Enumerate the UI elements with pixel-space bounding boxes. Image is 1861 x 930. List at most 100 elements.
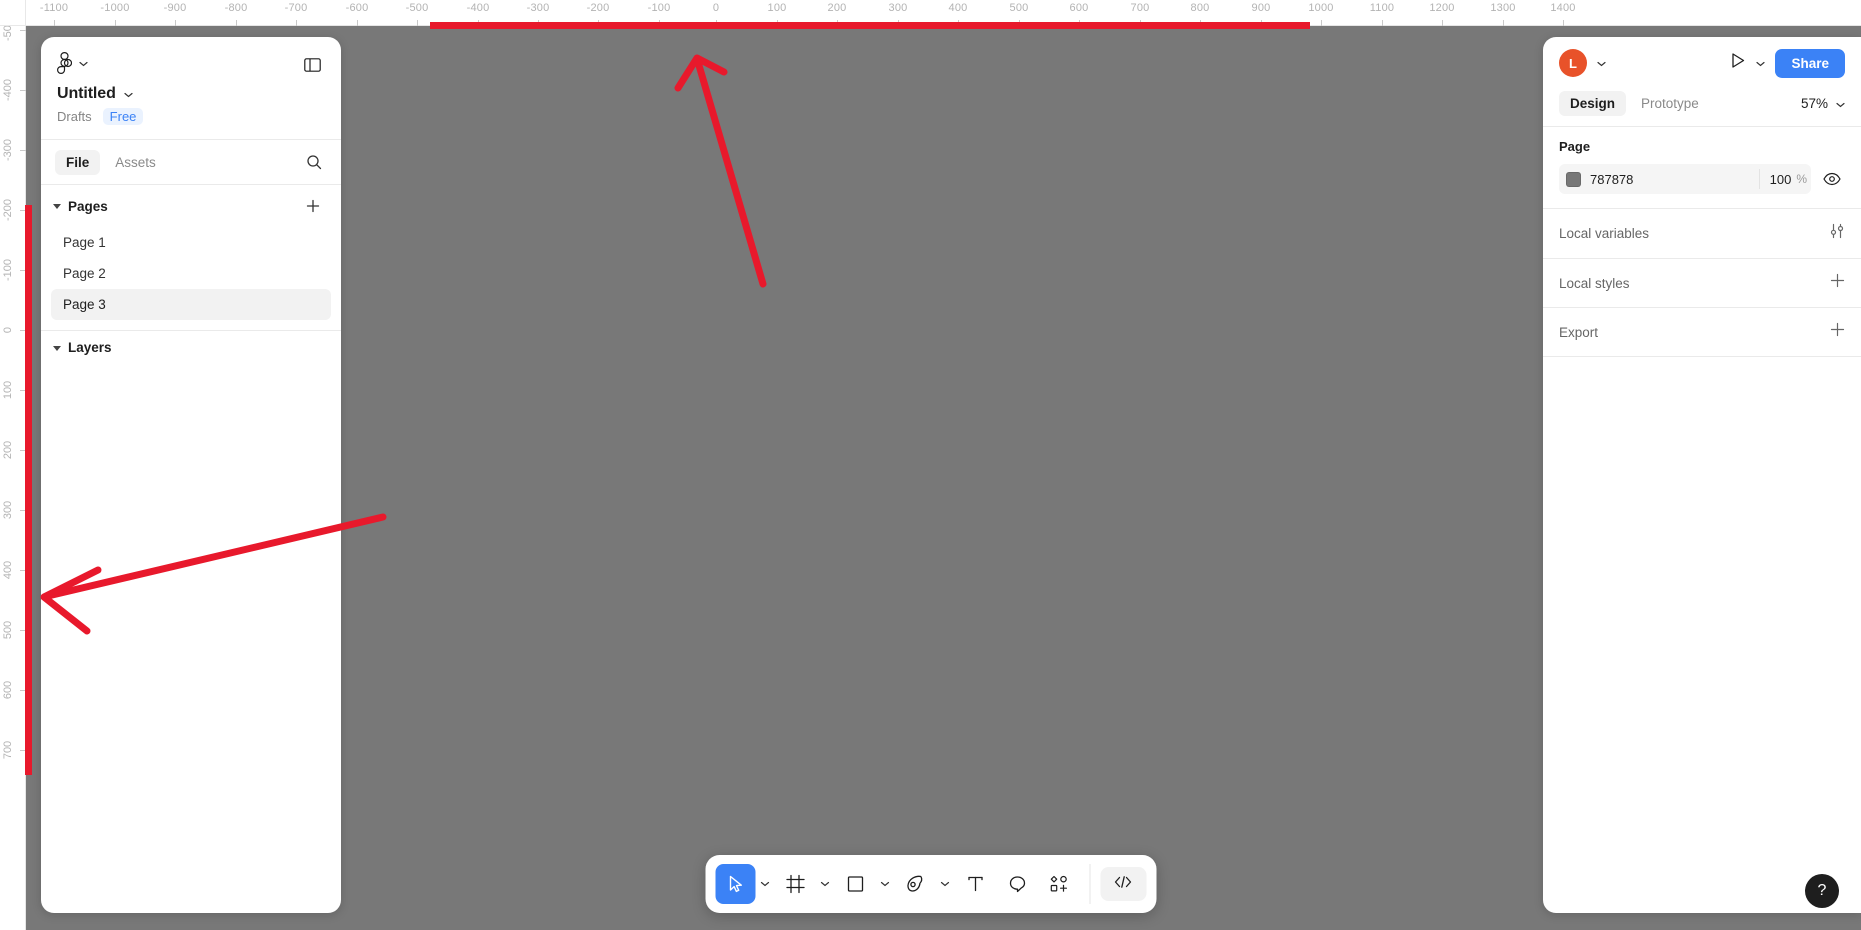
ruler-tick-label: 200: [827, 2, 847, 14]
play-icon: [1730, 52, 1746, 74]
chevron-down-icon[interactable]: [1756, 54, 1766, 72]
ruler-tick-label: 300: [2, 500, 14, 520]
ruler-tick: [1140, 20, 1141, 26]
plus-icon[interactable]: [1830, 322, 1845, 342]
eye-icon[interactable]: [1819, 166, 1845, 192]
page-list-item-selected[interactable]: Page 3: [51, 289, 331, 320]
ruler-tick: [417, 20, 418, 26]
move-tool[interactable]: [715, 864, 755, 904]
ruler-tick-label: -300: [2, 138, 14, 162]
page-section-title: Page: [1559, 139, 1591, 154]
opacity-value[interactable]: 100: [1770, 172, 1792, 187]
help-button[interactable]: ?: [1805, 874, 1839, 908]
page-list-item[interactable]: Page 1: [51, 227, 331, 258]
text-tool[interactable]: [955, 864, 995, 904]
chevron-down-icon: [79, 60, 88, 70]
ruler-tick-label: 200: [2, 440, 14, 460]
ruler-tick: [236, 20, 237, 26]
add-page-button[interactable]: [301, 194, 325, 218]
local-styles-label: Local styles: [1559, 275, 1630, 291]
chevron-down-icon: [1836, 96, 1845, 111]
frame-tool[interactable]: [775, 864, 815, 904]
figma-logo-icon: [57, 51, 73, 79]
share-button[interactable]: Share: [1775, 48, 1845, 78]
tab-file[interactable]: File: [55, 149, 101, 175]
ruler-tick-label: -300: [526, 2, 550, 14]
export-row[interactable]: Export: [1543, 308, 1861, 356]
tab-prototype[interactable]: Prototype: [1630, 91, 1710, 116]
color-hex-value[interactable]: 787878: [1590, 172, 1759, 187]
chevron-down-icon[interactable]: [124, 85, 133, 103]
ruler-tick-label: 600: [1069, 2, 1089, 14]
shape-tool-chevron-down-icon[interactable]: [877, 864, 893, 904]
panel-toggle-icon[interactable]: [299, 52, 325, 78]
tab-assets[interactable]: Assets: [104, 150, 167, 175]
pen-tool[interactable]: [895, 864, 935, 904]
drafts-label[interactable]: Drafts: [57, 109, 92, 124]
color-field[interactable]: 787878 100 %: [1559, 164, 1811, 194]
vertical-ruler[interactable]: -500 -400 -300 -200 -100 0 100 200 300 400 500 600 7…: [0, 0, 26, 930]
frame-tool-chevron-down-icon[interactable]: [817, 864, 833, 904]
move-tool-chevron-down-icon[interactable]: [757, 864, 773, 904]
zoom-level-value: 57%: [1800, 96, 1828, 111]
design-prototype-tabs: Design Prototype 57%: [1543, 89, 1861, 126]
local-variables-row[interactable]: Local variables: [1543, 209, 1861, 258]
tab-design[interactable]: Design: [1559, 91, 1627, 116]
horizontal-ruler[interactable]: -1100 -1000 -900 -800 -700 -600 -500 -400 -300 -2…: [0, 0, 1861, 26]
ruler-tick-label: -700: [284, 2, 308, 14]
figma-menu-button[interactable]: [57, 51, 88, 79]
page-list-item[interactable]: Page 2: [51, 258, 331, 289]
ruler-tick: [1261, 20, 1262, 26]
actions-tool[interactable]: [1039, 864, 1079, 904]
code-icon: [1114, 875, 1133, 894]
ruler-tick-label: -1000: [100, 2, 130, 14]
ruler-tick: [175, 20, 176, 26]
ruler-tick-label: 300: [888, 2, 908, 14]
ruler-tick: [20, 390, 26, 391]
ruler-tick-label: 400: [948, 2, 968, 14]
ruler-tick: [20, 150, 26, 151]
plus-icon[interactable]: [1830, 273, 1845, 293]
ruler-tick: [20, 750, 26, 751]
file-title-block: Untitled Drafts Free: [41, 83, 341, 139]
export-label: Export: [1559, 324, 1599, 340]
ruler-tick: [598, 20, 599, 26]
layers-collapse-toggle[interactable]: Layers: [53, 340, 112, 355]
ruler-tick: [20, 630, 26, 631]
ruler-tick: [1200, 20, 1201, 26]
ruler-tick: [115, 20, 116, 26]
ruler-tick: [478, 20, 479, 26]
ruler-tick-label: 900: [1251, 2, 1271, 14]
dev-mode-toggle[interactable]: [1100, 867, 1146, 901]
present-button[interactable]: [1730, 52, 1746, 74]
ruler-tick: [296, 20, 297, 26]
local-styles-row[interactable]: Local styles: [1543, 259, 1861, 307]
layers-list-empty[interactable]: [41, 364, 341, 913]
page-title[interactable]: Untitled: [57, 85, 116, 103]
ruler-tick-label: 100: [2, 380, 14, 400]
search-icon[interactable]: [301, 149, 327, 175]
color-swatch[interactable]: [1566, 171, 1581, 187]
ruler-tick-label: -900: [163, 2, 187, 14]
comment-tool[interactable]: [997, 864, 1037, 904]
zoom-control[interactable]: 57%: [1801, 96, 1845, 111]
ruler-tick: [20, 330, 26, 331]
pages-collapse-toggle[interactable]: Pages: [53, 199, 108, 214]
ruler-baseline: [0, 25, 1861, 26]
ruler-tick-label: 400: [2, 560, 14, 580]
ruler-tick: [837, 20, 838, 26]
ruler-tick: [1503, 20, 1504, 26]
shape-tool[interactable]: [835, 864, 875, 904]
ruler-tick: [20, 570, 26, 571]
ruler-tick-label: 700: [1130, 2, 1150, 14]
chevron-down-icon: [53, 204, 61, 209]
plan-badge[interactable]: Free: [102, 108, 144, 125]
pen-tool-chevron-down-icon[interactable]: [937, 864, 953, 904]
chevron-down-icon[interactable]: [1597, 54, 1606, 72]
ruler-tick: [20, 90, 26, 91]
ruler-tick: [1382, 20, 1383, 26]
ruler-tick: [20, 30, 26, 31]
avatar[interactable]: L: [1559, 49, 1587, 77]
ruler-tick-label: -200: [2, 198, 14, 222]
sliders-icon[interactable]: [1829, 223, 1845, 244]
